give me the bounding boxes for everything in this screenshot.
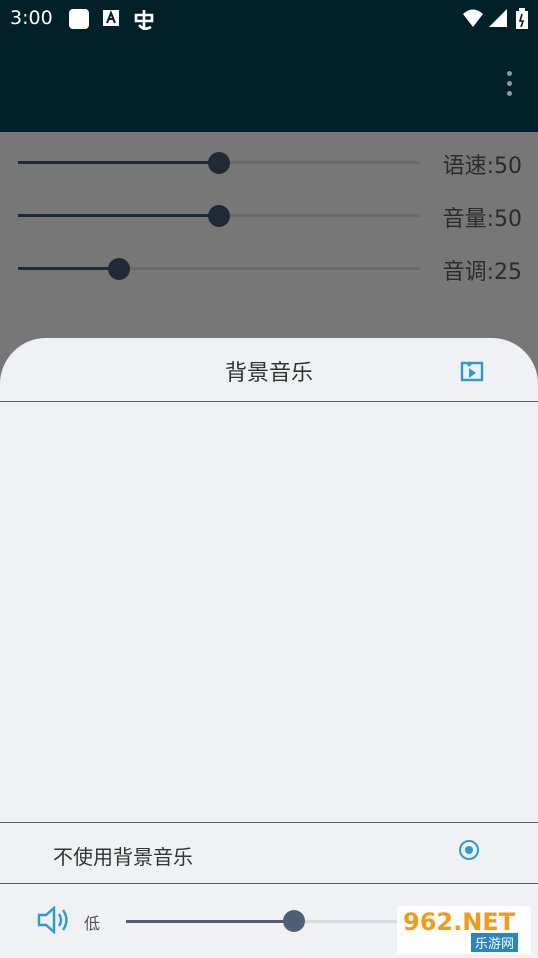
pitch-slider[interactable] (18, 258, 420, 280)
speed-slider-fill (18, 161, 219, 164)
battery-icon (516, 8, 528, 29)
background-music-sheet: 背景音乐 不使用背景音乐 低 高 (0, 338, 538, 958)
volume-low-label: 低 (84, 914, 101, 933)
translate-notification-icon (103, 10, 119, 26)
pitch-slider-row: 音调:25 (0, 248, 538, 288)
square-notification-icon (69, 9, 89, 29)
signal-icon (489, 9, 507, 27)
speed-label: 语速:50 (442, 154, 522, 179)
pitch-label: 音调:25 (442, 260, 522, 285)
no-music-label: 不使用背景音乐 (53, 845, 193, 869)
speaker-icon (37, 906, 68, 934)
watermark-subtext: 乐游网 (471, 933, 519, 952)
volume-slider[interactable] (18, 205, 420, 227)
status-bar: 3:00 (0, 0, 538, 38)
volume-slider-fill (18, 214, 219, 217)
import-icon[interactable] (460, 360, 484, 382)
sheet-header: 背景音乐 (0, 338, 538, 402)
watermark: 962.NET 乐游网 (397, 906, 531, 954)
speed-slider-row: 语速:50 (0, 142, 538, 182)
app-bar (0, 38, 538, 132)
speed-slider-thumb[interactable] (208, 152, 230, 174)
pitch-slider-thumb[interactable] (107, 258, 130, 280)
volume-slider-thumb[interactable] (208, 205, 230, 227)
no-music-radio[interactable] (459, 840, 479, 860)
sheet-title: 背景音乐 (224, 361, 313, 386)
no-music-option[interactable]: 不使用背景音乐 (0, 822, 538, 884)
music-volume-fill (126, 920, 295, 923)
wifi-icon (463, 9, 483, 27)
volume-label: 音量:50 (442, 207, 522, 232)
more-options-icon[interactable] (504, 71, 514, 99)
watermark-text: 962.NET (403, 908, 516, 936)
status-time: 3:00 (10, 7, 53, 29)
volume-slider-row: 音量:50 (0, 195, 538, 235)
music-volume-slider[interactable] (126, 910, 416, 932)
bug-notification-icon (134, 10, 154, 30)
pitch-slider-fill (18, 267, 119, 270)
music-volume-thumb[interactable] (283, 910, 306, 932)
speed-slider[interactable] (18, 152, 420, 174)
